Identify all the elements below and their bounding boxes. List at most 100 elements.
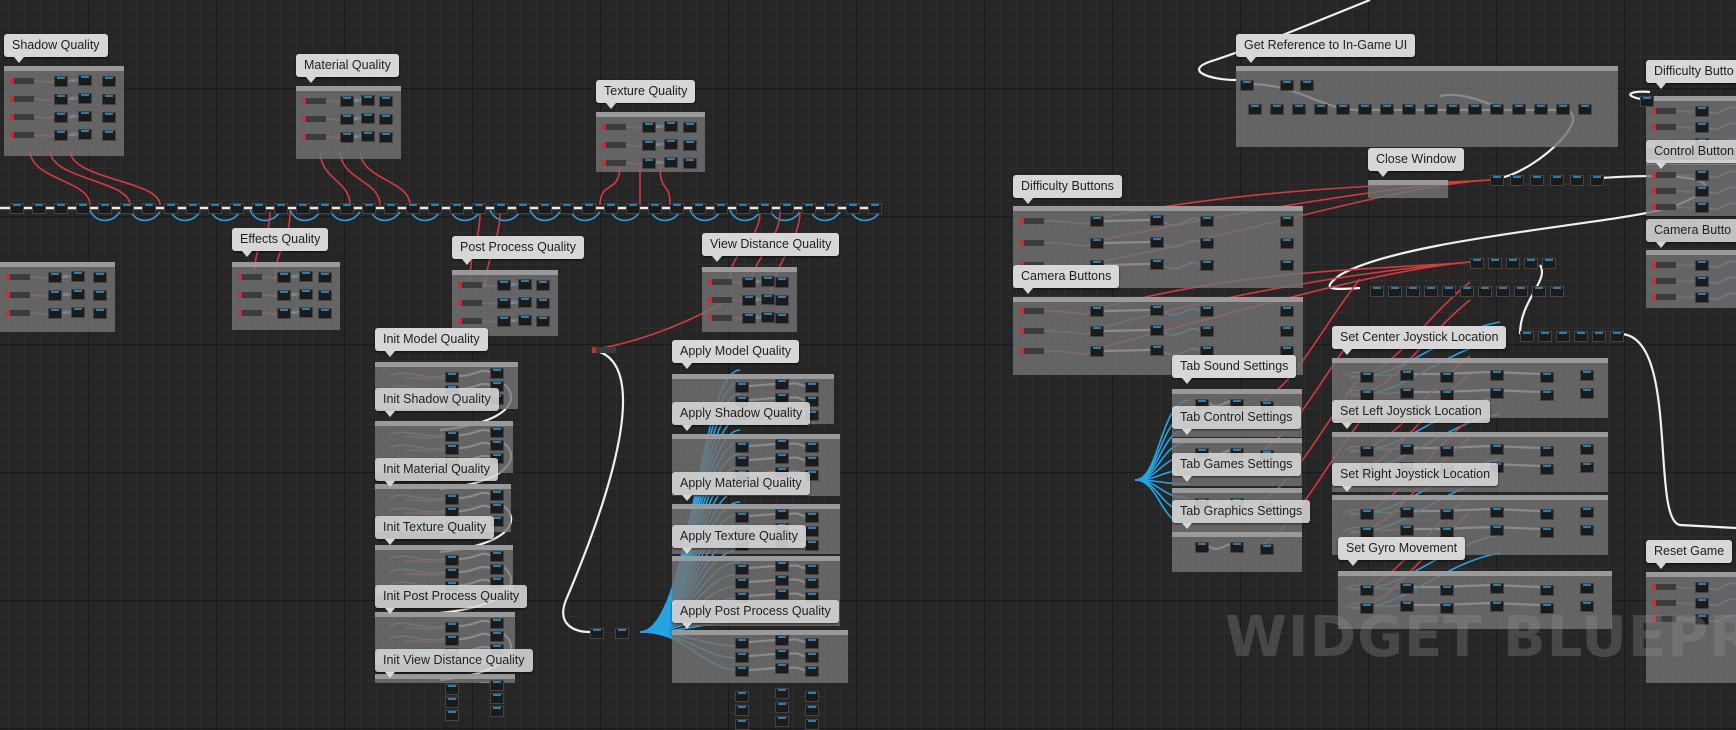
blueprint-node[interactable] — [1300, 80, 1314, 91]
blueprint-node[interactable] — [1490, 525, 1504, 536]
blueprint-node[interactable] — [761, 276, 775, 287]
blueprint-node[interactable] — [775, 379, 789, 390]
variable-getter-node[interactable] — [602, 160, 626, 166]
blueprint-node[interactable] — [340, 96, 354, 107]
blueprint-node[interactable] — [1490, 104, 1504, 115]
blueprint-node[interactable] — [1292, 104, 1306, 115]
blueprint-node[interactable] — [664, 157, 678, 168]
blueprint-node[interactable] — [230, 203, 244, 214]
blueprint-node[interactable] — [1150, 325, 1164, 336]
blueprint-node[interactable] — [648, 203, 662, 214]
comment-bubble[interactable]: Texture Quality — [596, 80, 695, 103]
blueprint-node[interactable] — [1556, 104, 1570, 115]
blueprint-node[interactable] — [802, 203, 816, 214]
blueprint-node[interactable] — [1400, 583, 1414, 594]
blueprint-node[interactable] — [1270, 104, 1284, 115]
blueprint-node[interactable] — [490, 564, 504, 575]
blueprint-node[interactable] — [277, 272, 291, 283]
comment-bubble[interactable]: Tab Games Settings — [1172, 453, 1301, 476]
blueprint-node[interactable] — [497, 298, 511, 309]
comment-bubble[interactable]: Tab Control Settings — [1172, 406, 1301, 429]
blueprint-node[interactable] — [1490, 583, 1504, 594]
variable-getter-node[interactable] — [1652, 108, 1676, 114]
blueprint-node[interactable] — [1400, 370, 1414, 381]
blueprint-node[interactable] — [296, 203, 310, 214]
blueprint-node[interactable] — [536, 280, 550, 291]
blueprint-node[interactable] — [1150, 259, 1164, 270]
blueprint-node[interactable] — [775, 453, 789, 464]
blueprint-node[interactable] — [48, 272, 62, 283]
blueprint-node[interactable] — [775, 589, 789, 600]
blueprint-node[interactable] — [775, 663, 789, 674]
comment-bubble[interactable]: Apply Material Quality — [672, 472, 810, 495]
blueprint-node[interactable] — [1200, 326, 1214, 337]
blueprint-node[interactable] — [1388, 286, 1402, 297]
blueprint-node[interactable] — [1580, 507, 1594, 518]
blueprint-node[interactable] — [1580, 444, 1594, 455]
blueprint-node[interactable] — [76, 203, 90, 214]
blueprint-node[interactable] — [445, 372, 459, 383]
blueprint-node[interactable] — [868, 203, 882, 214]
blueprint-node[interactable] — [683, 140, 697, 151]
variable-getter-node[interactable] — [1020, 348, 1044, 354]
blueprint-node[interactable] — [277, 290, 291, 301]
blueprint-node[interactable] — [805, 456, 819, 467]
blueprint-node[interactable] — [664, 139, 678, 150]
blueprint-node[interactable] — [450, 203, 464, 214]
blueprint-node[interactable] — [735, 691, 749, 702]
blueprint-node[interactable] — [1400, 525, 1414, 536]
blueprint-node[interactable] — [1200, 306, 1214, 317]
comment-bubble[interactable]: Init Texture Quality — [375, 516, 494, 539]
blueprint-node[interactable] — [490, 368, 504, 379]
blueprint-node[interactable] — [48, 308, 62, 319]
blueprint-node[interactable] — [1695, 260, 1709, 271]
blueprint-node[interactable] — [1580, 370, 1594, 381]
blueprint-node[interactable] — [1490, 175, 1504, 186]
blueprint-node[interactable] — [1406, 286, 1420, 297]
comment-group-box[interactable] — [672, 630, 848, 683]
blueprint-node[interactable] — [805, 442, 819, 453]
blueprint-node[interactable] — [735, 666, 749, 677]
blueprint-node[interactable] — [445, 697, 459, 708]
blueprint-node[interactable] — [93, 290, 107, 301]
blueprint-node[interactable] — [1520, 331, 1534, 342]
blueprint-node[interactable] — [761, 312, 775, 323]
blueprint-node[interactable] — [1524, 258, 1538, 269]
blueprint-node[interactable] — [1280, 80, 1294, 91]
blueprint-node[interactable] — [824, 203, 838, 214]
blueprint-node[interactable] — [472, 203, 486, 214]
variable-getter-node[interactable] — [10, 132, 34, 138]
blueprint-node[interactable] — [1360, 585, 1374, 596]
blueprint-node[interactable] — [274, 203, 288, 214]
blueprint-node[interactable] — [805, 638, 819, 649]
blueprint-node[interactable] — [742, 313, 756, 324]
blueprint-node[interactable] — [445, 635, 459, 646]
blueprint-node[interactable] — [536, 316, 550, 327]
blueprint-node[interactable] — [490, 427, 504, 438]
blueprint-node[interactable] — [590, 628, 604, 639]
blueprint-node[interactable] — [805, 705, 819, 716]
blueprint-node[interactable] — [1695, 122, 1709, 133]
blueprint-node[interactable] — [78, 75, 92, 86]
variable-getter-node[interactable] — [6, 292, 30, 298]
blueprint-node[interactable] — [142, 203, 156, 214]
variable-getter-node[interactable] — [10, 78, 34, 84]
blueprint-node[interactable] — [490, 503, 504, 514]
blueprint-node[interactable] — [1514, 286, 1528, 297]
blueprint-node[interactable] — [1440, 446, 1454, 457]
blueprint-node[interactable] — [805, 512, 819, 523]
blueprint-node[interactable] — [538, 203, 552, 214]
blueprint-node[interactable] — [406, 203, 420, 214]
variable-getter-node[interactable] — [10, 114, 34, 120]
blueprint-node[interactable] — [805, 578, 819, 589]
blueprint-node[interactable] — [670, 203, 684, 214]
blueprint-node[interactable] — [1380, 104, 1394, 115]
blueprint-node[interactable] — [1540, 390, 1554, 401]
blueprint-node[interactable] — [252, 203, 266, 214]
comment-bubble[interactable]: Apply Texture Quality — [672, 525, 806, 548]
blueprint-node[interactable] — [735, 456, 749, 467]
blueprint-node[interactable] — [1402, 104, 1416, 115]
blueprint-node[interactable] — [775, 277, 789, 288]
blueprint-node[interactable] — [1090, 216, 1104, 227]
blueprint-node[interactable] — [186, 203, 200, 214]
